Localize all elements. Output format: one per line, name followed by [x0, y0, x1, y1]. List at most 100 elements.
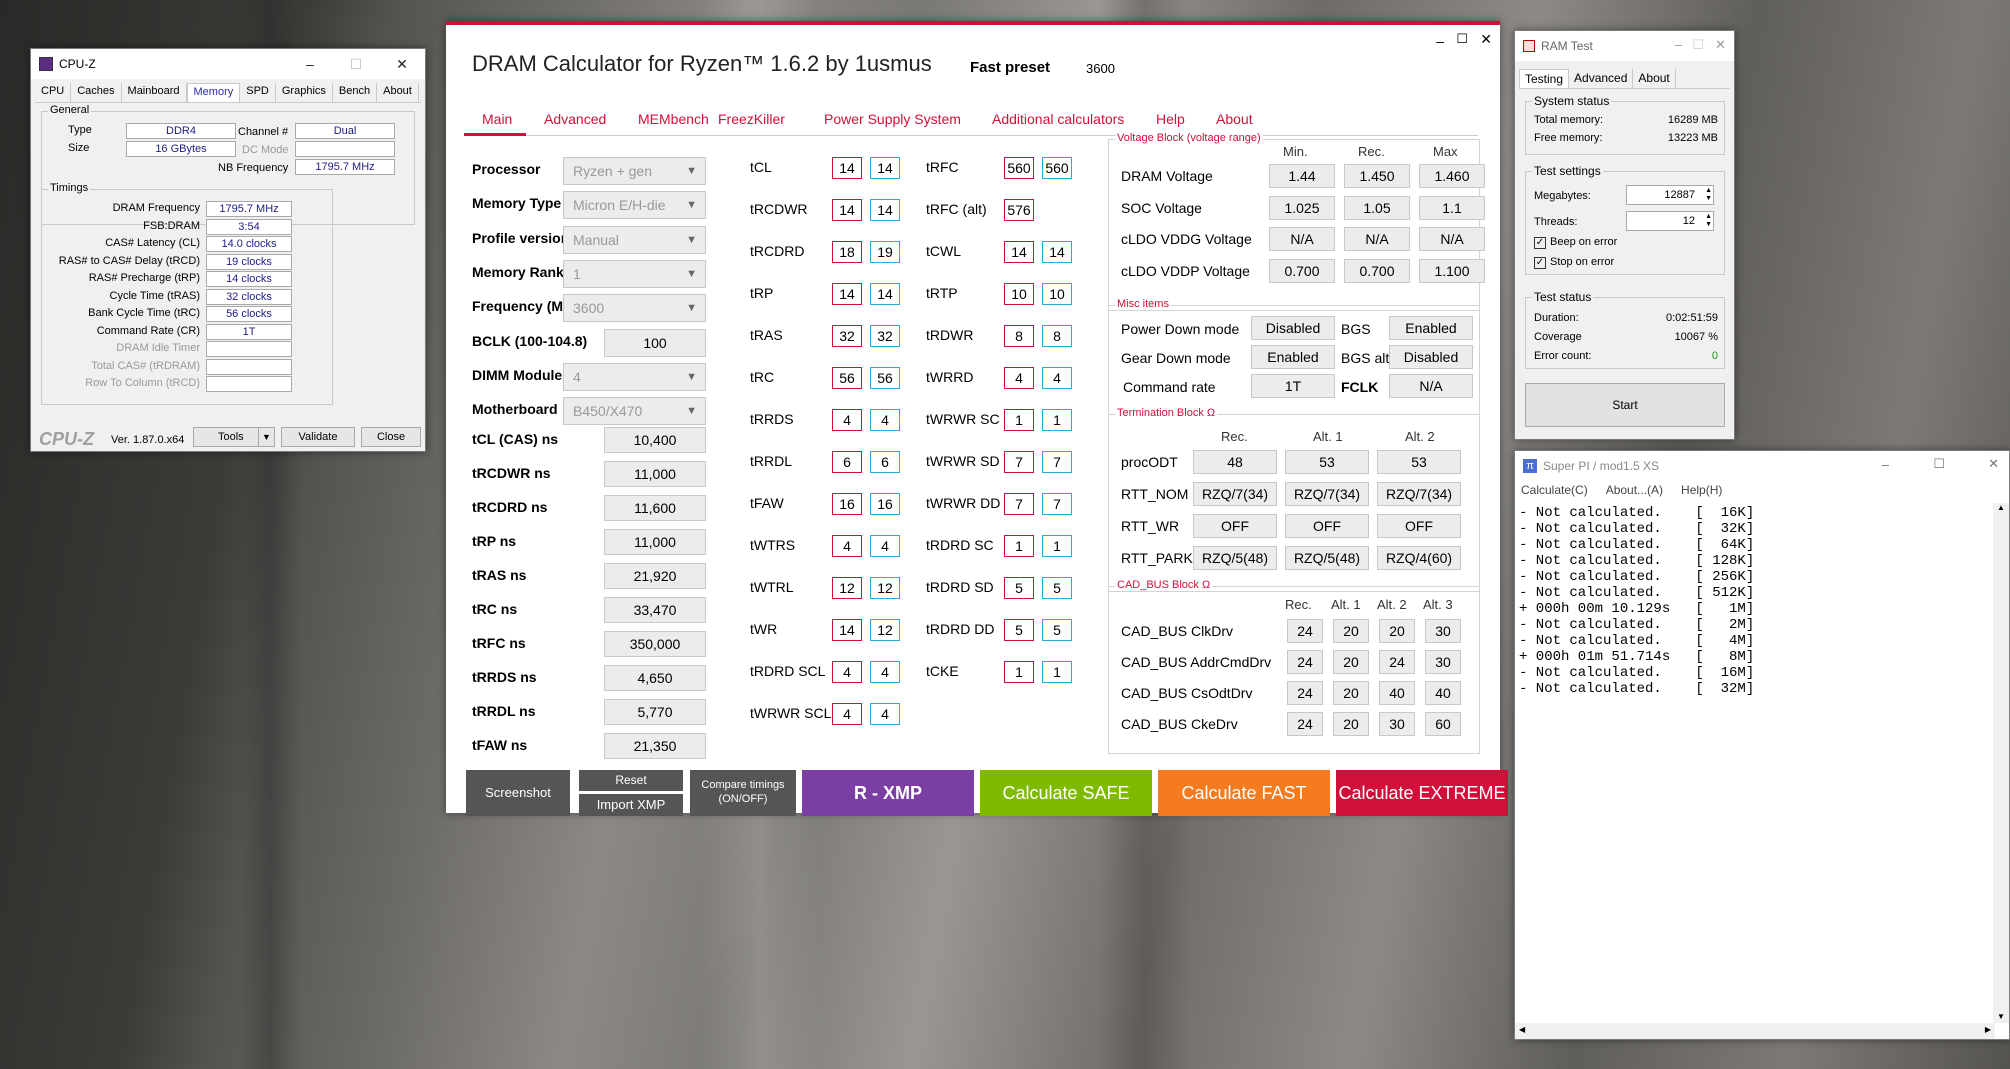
close-button[interactable]: ✕ — [1988, 456, 1999, 472]
minimize-button[interactable]: – — [287, 49, 333, 79]
param-select[interactable]: B450/X470 ▼ — [563, 397, 706, 426]
tab-bench[interactable]: Bench — [333, 83, 378, 102]
param-select[interactable]: Micron E/H-die ▼ — [563, 191, 706, 220]
validate-button[interactable]: Validate — [281, 427, 355, 447]
maximize-button[interactable]: ☐ — [1933, 456, 1945, 472]
timing-label: tWTRL — [750, 579, 794, 595]
voltage-col-header: Min. — [1283, 144, 1308, 159]
scrollbar[interactable]: ▲ ▼ — [1993, 503, 2009, 1023]
timing-value-a: 4 — [832, 535, 862, 557]
import-xmp-button[interactable]: Import XMP — [579, 794, 683, 816]
power-down-label: Power Down mode — [1121, 321, 1240, 337]
term-label: RTT_NOM — [1121, 486, 1189, 502]
close-button[interactable]: ✕ — [1715, 37, 1726, 53]
timing-value-b: 12 — [870, 619, 900, 641]
param-label: Memory Rank — [472, 263, 564, 280]
timing-value-a: 4 — [832, 409, 862, 431]
term-value: RZQ/7(34) — [1377, 482, 1461, 506]
timing-value-b: 14 — [870, 283, 900, 305]
tab-advanced[interactable]: Advanced — [1569, 69, 1634, 88]
timing-label: FSB:DRAM — [143, 219, 200, 232]
reset-button[interactable]: Reset — [579, 770, 683, 791]
chevron-down-icon: ▼ — [686, 302, 697, 315]
tab-freezkiller[interactable]: FreezKiller — [718, 111, 785, 127]
megabytes-stepper[interactable]: 12887 ▲ ▼ — [1626, 185, 1714, 205]
tab-about[interactable]: About — [1633, 69, 1676, 88]
minimize-button[interactable]: – — [1436, 33, 1444, 49]
hscrollbar[interactable]: ◀ ▶ — [1515, 1023, 1995, 1039]
tab-cpu[interactable]: CPU — [35, 83, 72, 102]
start-button[interactable]: Start — [1525, 383, 1725, 427]
tab-help[interactable]: Help — [1156, 111, 1185, 127]
menu-bar: Calculate(C) About...(A) Help(H) — [1521, 483, 1722, 497]
channel-label: Channel # — [238, 126, 289, 138]
close-button[interactable]: ✕ — [1480, 31, 1492, 48]
scroll-left-icon: ◀ — [1519, 1025, 1526, 1034]
ns-value: 350,000 — [604, 631, 706, 657]
close-app-button[interactable]: Close — [361, 427, 421, 447]
menu-item[interactable]: About...(A) — [1606, 483, 1663, 497]
term-value: RZQ/7(34) — [1285, 482, 1369, 506]
timing-value-a: 32 — [832, 325, 862, 347]
timing-value — [206, 376, 292, 392]
tab-power-supply-system[interactable]: Power Supply System — [824, 111, 961, 127]
menu-item[interactable]: Help(H) — [1681, 483, 1722, 497]
timing-label: tWRWR SC — [926, 411, 1000, 427]
stop-checkbox[interactable]: ✓ Stop on error — [1534, 256, 1614, 269]
maximize-button[interactable]: ☐ — [1456, 31, 1468, 47]
r-xmp-button[interactable]: R - XMP — [802, 770, 974, 816]
cad-col-header: Alt. 2 — [1377, 597, 1407, 612]
menu-item[interactable]: Calculate(C) — [1521, 483, 1588, 497]
minimize-button[interactable]: – — [1675, 37, 1682, 52]
timing-value-a: 12 — [832, 577, 862, 599]
timing-label: Command Rate (CR) — [96, 324, 200, 337]
timing-value-b: 7 — [1042, 451, 1072, 473]
tab-advanced[interactable]: Advanced — [544, 111, 606, 127]
ramtest-tabs: Testing Advanced About — [1519, 69, 1730, 89]
tab-mainboard[interactable]: Mainboard — [122, 83, 187, 102]
pi-line: - Not calculated. [ 32M] — [1519, 681, 1755, 697]
param-select[interactable]: 4 ▼ — [563, 362, 706, 391]
tab-about[interactable]: About — [1216, 111, 1253, 127]
tab-additional-calculators[interactable]: Additional calculators — [992, 111, 1124, 127]
tab-spd[interactable]: SPD — [240, 83, 276, 102]
compare-timings-button[interactable]: Compare timings (ON/OFF) — [690, 770, 796, 816]
beep-label: Beep on error — [1550, 236, 1618, 248]
timing-label: tRFC (alt) — [926, 201, 987, 217]
param-label: BCLK (100-104.8) — [472, 332, 588, 349]
threads-stepper[interactable]: 12 ▲ ▼ — [1626, 211, 1714, 231]
tab-main[interactable]: Main — [482, 111, 512, 127]
tab-membench[interactable]: MEMbench — [638, 111, 709, 127]
close-button[interactable]: ✕ — [379, 49, 425, 79]
param-select[interactable]: Ryzen + gen ▼ — [563, 157, 706, 185]
bclk-input[interactable]: 100 — [604, 328, 706, 357]
bgs-alt-label: BGS alt — [1341, 350, 1390, 366]
tab-memory[interactable]: Memory — [186, 83, 241, 102]
tools-button[interactable]: Tools ▼ — [193, 427, 275, 447]
tab-underline — [464, 135, 1478, 136]
param-select[interactable]: 1 ▼ — [563, 259, 706, 288]
maximize-button[interactable]: ☐ — [333, 49, 379, 79]
tab-caches[interactable]: Caches — [71, 83, 122, 102]
calculate-extreme-button[interactable]: Calculate EXTREME — [1336, 770, 1508, 816]
fclk-label: FCLK — [1341, 379, 1379, 395]
error-count-value: 0 — [1711, 350, 1718, 362]
beep-checkbox[interactable]: ✓ Beep on error — [1534, 236, 1617, 249]
timing-value-a: 4 — [1004, 367, 1034, 389]
cad-value: 30 — [1379, 712, 1415, 736]
tab-graphics[interactable]: Graphics — [276, 83, 333, 102]
tab-testing[interactable]: Testing — [1519, 69, 1570, 88]
calculate-safe-button[interactable]: Calculate SAFE — [980, 770, 1152, 816]
term-label: RTT_PARK — [1121, 550, 1193, 566]
maximize-button[interactable]: ☐ — [1692, 37, 1704, 53]
ns-value: 21,350 — [604, 733, 706, 759]
duration-value: 0:02:51:59 — [1666, 312, 1718, 324]
param-select[interactable]: Manual ▼ — [563, 225, 706, 254]
tab-about[interactable]: About — [377, 83, 419, 102]
pi-line: - Not calculated. [ 16M] — [1519, 665, 1755, 681]
param-select[interactable]: 3600 ▼ — [563, 294, 706, 323]
calculate-fast-button[interactable]: Calculate FAST — [1158, 770, 1330, 816]
minimize-button[interactable]: – — [1882, 457, 1889, 472]
screenshot-button[interactable]: Screenshot — [466, 770, 570, 816]
timing-value: 56 clocks — [206, 306, 292, 322]
